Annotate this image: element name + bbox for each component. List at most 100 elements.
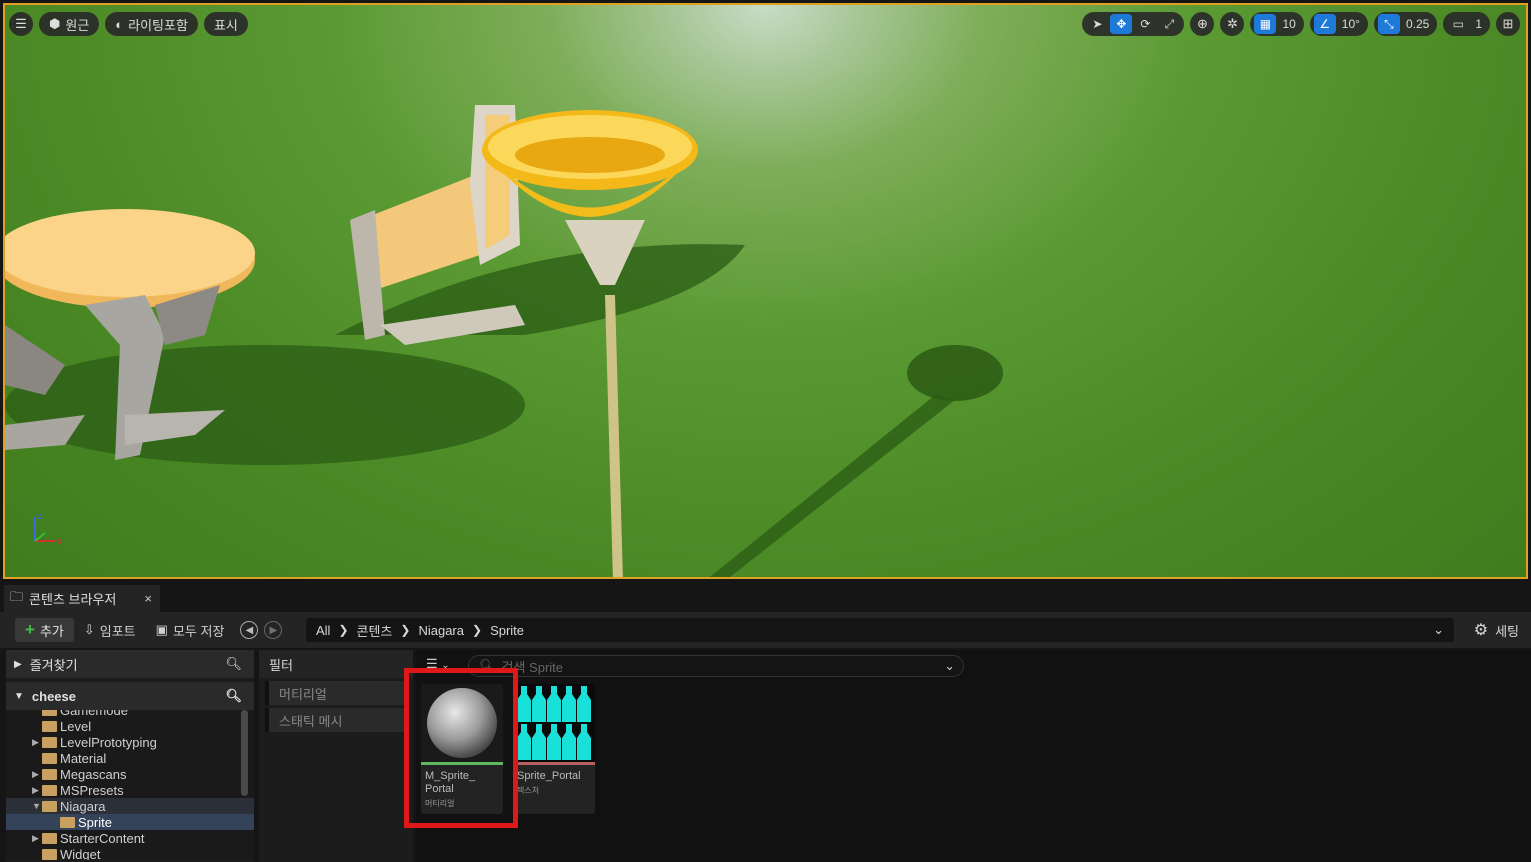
expand-arrow-icon[interactable]: ▼ xyxy=(32,801,42,811)
folder-tree-item[interactable]: ▶ LevelPrototyping xyxy=(6,734,254,750)
camera-speed-value[interactable]: 1 xyxy=(1471,17,1486,31)
chevron-right-icon[interactable]: ▶ xyxy=(14,659,22,670)
folder-label: Gamemode xyxy=(60,710,128,718)
sources-panel: ▶ 즐겨찾기 🔍︎ ▼ cheese 🔍︎ Gamemode Level ▶ Leve… xyxy=(6,650,254,862)
add-button[interactable]: + 추가 xyxy=(15,618,74,642)
folder-tree-item[interactable]: Level xyxy=(6,718,254,734)
close-tab-icon[interactable]: × xyxy=(144,591,152,606)
folder-icon xyxy=(42,848,57,860)
search-icon[interactable]: 🔍︎ xyxy=(225,656,242,672)
viewport-scene xyxy=(5,105,1003,577)
folder-tree-item[interactable]: ▶ StarterContent xyxy=(6,830,254,846)
folder-tree-item[interactable]: Gamemode xyxy=(6,710,254,718)
chevron-down-icon[interactable]: ▼ xyxy=(14,691,24,702)
rotate-icon[interactable]: ⟳ xyxy=(1134,14,1156,34)
folder-tree-item[interactable]: ▶ MSPresets xyxy=(6,782,254,798)
asset-search-input[interactable]: 🔍︎ 검색 Sprite ⌄ xyxy=(468,655,964,677)
folder-tree-item[interactable]: Material xyxy=(6,750,254,766)
tab-title: 콘텐츠 브라우저 xyxy=(29,592,117,607)
sprite-frame xyxy=(577,686,591,722)
grid-snap-group[interactable]: ▦ 10 xyxy=(1250,12,1304,36)
breadcrumb-niagara[interactable]: Niagara xyxy=(418,623,464,638)
breadcrumb-all[interactable]: All xyxy=(316,623,330,638)
panel-tab-bar: 🗀 콘텐츠 브라우저 × xyxy=(0,585,1531,612)
expand-arrow-icon[interactable]: ▶ xyxy=(32,769,42,780)
svg-text:z: z xyxy=(37,512,42,522)
breadcrumb-chevron-icon[interactable]: ❯ xyxy=(400,623,410,637)
folder-icon xyxy=(42,710,57,716)
surface-snap-icon: ✲ xyxy=(1226,16,1238,31)
viewport-menu-button[interactable]: ☰ xyxy=(9,12,33,36)
globe-icon: ⊕ xyxy=(1196,16,1208,31)
tree-scrollbar[interactable] xyxy=(241,710,248,796)
favorites-header[interactable]: ▶ 즐겨찾기 🔍︎ xyxy=(6,650,254,678)
expand-arrow-icon[interactable]: ▶ xyxy=(32,737,42,748)
expand-arrow-icon[interactable]: ▶ xyxy=(32,785,42,796)
move-icon[interactable]: ✥ xyxy=(1110,14,1133,34)
angle-icon[interactable]: ∠ xyxy=(1313,14,1336,34)
folder-tree: Gamemode Level ▶ LevelPrototyping Material ▶ M… xyxy=(6,710,254,860)
select-icon[interactable]: ➤ xyxy=(1086,14,1108,34)
hamburger-icon: ☰ xyxy=(15,16,27,31)
surface-snap-toggle[interactable]: ✲ xyxy=(1220,12,1245,36)
scale-snap-value[interactable]: 0.25 xyxy=(1402,17,1433,31)
filter-panel: 필터 머티리얼 스태틱 메시 xyxy=(259,650,413,862)
settings-label: 세팅 xyxy=(1495,623,1519,639)
lighting-mode-button[interactable]: ◐ 라이팅포함 xyxy=(105,12,198,36)
asset-tile-sprite-portal[interactable]: Sprite_Portal 텍스처 xyxy=(513,684,595,814)
scale-snap-group[interactable]: ⤡ 0.25 xyxy=(1373,12,1438,36)
folder-tree-item[interactable]: ▼ Niagara xyxy=(6,798,254,814)
rotation-snap-value[interactable]: 10° xyxy=(1338,17,1364,31)
level-viewport[interactable]: ☰ ⬢ 원근 ◐ 라이팅포함 표시 ➤ ✥ ⟳ ⤢ ⊕ ✲ ▦ 10 ∠ 10° xyxy=(3,3,1528,579)
camera-icon[interactable]: ▭ xyxy=(1447,14,1469,34)
grid-snap-value[interactable]: 10 xyxy=(1278,17,1299,31)
save-all-button[interactable]: ▣ 모두 저장 xyxy=(146,618,235,642)
scale-icon[interactable]: ⤢ xyxy=(1158,14,1180,34)
expand-arrow-icon[interactable]: ▶ xyxy=(32,833,42,844)
import-label: 임포트 xyxy=(99,623,136,639)
viewport-layout-button[interactable]: ⊞ xyxy=(1496,12,1520,36)
sprite-frame xyxy=(517,686,531,722)
content-browser-toolbar: + 추가 ⇩ 임포트 ▣ 모두 저장 ◀ ▶ All ❯ 콘텐츠 ❯ Niaga… xyxy=(0,612,1531,648)
show-button[interactable]: 표시 xyxy=(203,12,248,36)
world-local-toggle[interactable]: ⊕ xyxy=(1190,12,1215,36)
grid-icon[interactable]: ▦ xyxy=(1254,14,1277,34)
perspective-button[interactable]: ⬢ 원근 xyxy=(39,12,100,36)
breadcrumb-content[interactable]: 콘텐츠 xyxy=(357,621,393,640)
transform-tools: ➤ ✥ ⟳ ⤢ xyxy=(1082,12,1185,36)
filter-item-label: 스태틱 메시 xyxy=(279,713,343,729)
folder-tree-item[interactable]: Widget xyxy=(6,846,254,860)
folder-label: StarterContent xyxy=(60,830,145,846)
rotation-snap-group[interactable]: ∠ 10° xyxy=(1309,12,1368,36)
filter-item-static-mesh[interactable]: 스태틱 메시 xyxy=(265,708,407,732)
filter-item-label: 머티리얼 xyxy=(279,686,327,702)
folder-icon xyxy=(42,800,57,812)
scale-snap-icon[interactable]: ⤡ xyxy=(1377,14,1400,34)
import-button[interactable]: ⇩ 임포트 xyxy=(74,618,146,642)
sprite-frame xyxy=(562,686,576,722)
sprite-frame xyxy=(517,724,531,760)
project-header[interactable]: ▼ cheese 🔍︎ xyxy=(6,682,254,710)
search-icon[interactable]: 🔍︎ xyxy=(225,688,242,704)
save-icon: ▣ xyxy=(155,622,168,637)
breadcrumb-chevron-icon[interactable]: ❯ xyxy=(472,623,482,637)
settings-button[interactable]: ⚙ 세팅 xyxy=(1474,618,1519,642)
filter-item-material[interactable]: 머티리얼 xyxy=(265,681,407,705)
back-arrow-icon[interactable]: ◀ xyxy=(240,621,259,639)
folder-tree-item[interactable]: Sprite xyxy=(6,814,254,830)
sprite-frame xyxy=(547,686,561,722)
folder-tree-item[interactable]: ▶ Megascans xyxy=(6,766,254,782)
texture-sprite-icon xyxy=(517,686,591,760)
breadcrumb-chevron-icon[interactable]: ❯ xyxy=(338,623,348,637)
tab-content-browser[interactable]: 🗀 콘텐츠 브라우저 × xyxy=(4,585,160,612)
asset-type-label: 텍스처 xyxy=(517,786,540,795)
folder-icon xyxy=(60,816,75,828)
cube-icon: ⬢ xyxy=(49,16,61,31)
asset-name: Sprite_Portal xyxy=(517,770,581,782)
chevron-down-icon[interactable]: ⌄ xyxy=(944,658,955,674)
forward-arrow-icon[interactable]: ▶ xyxy=(264,621,283,639)
breadcrumb: All ❯ 콘텐츠 ❯ Niagara ❯ Sprite ⌄ xyxy=(306,618,1454,642)
breadcrumb-sprite[interactable]: Sprite xyxy=(490,623,524,638)
chevron-down-icon[interactable]: ⌄ xyxy=(1433,622,1444,638)
camera-speed-group[interactable]: ▭ 1 xyxy=(1443,12,1490,36)
